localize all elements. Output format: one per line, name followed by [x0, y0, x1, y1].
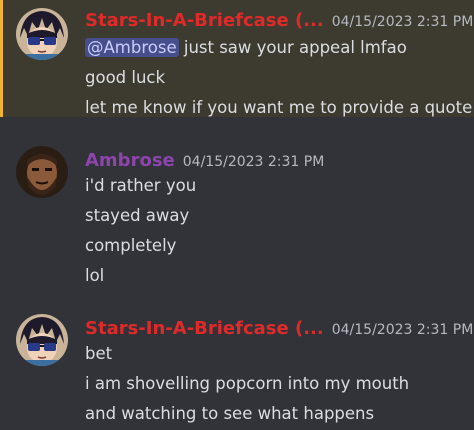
mention-highlight-bar — [0, 0, 3, 117]
message-line: bet — [85, 344, 113, 363]
message-line: good luck — [85, 68, 166, 87]
username-ambrose[interactable]: Ambrose — [85, 150, 175, 171]
message-line: stayed away — [85, 206, 190, 225]
message-header: Stars-In-A-Briefcase (... 04/15/2023 2:31… — [85, 10, 473, 31]
message-line: i am shovelling popcorn into my mouth — [85, 374, 410, 393]
message-text: just saw your appeal lmfao — [178, 38, 407, 57]
username-stars[interactable]: Stars-In-A-Briefcase (... — [85, 10, 324, 31]
message-line: @Ambrose just saw your appeal lmfao — [85, 38, 407, 57]
timestamp: 04/15/2023 2:31 PM — [331, 14, 474, 30]
message-line: completely — [85, 236, 177, 255]
message-line: lol — [85, 266, 105, 285]
message-line: i'd rather you — [85, 176, 197, 195]
message-header: Ambrose 04/15/2023 2:31 PM — [85, 150, 324, 171]
timestamp: 04/15/2023 2:31 PM — [331, 322, 474, 338]
chat-messages: Stars-In-A-Briefcase (... 04/15/2023 2:31… — [0, 0, 474, 430]
message-line: and watching to see what happens — [85, 404, 375, 423]
anime-sunglasses-avatar-icon[interactable] — [16, 8, 68, 60]
message-group-ambrose: Ambrose 04/15/2023 2:31 PM i'd rather you… — [0, 140, 474, 290]
bearded-man-avatar-icon[interactable] — [16, 146, 68, 198]
username-stars[interactable]: Stars-In-A-Briefcase (... — [85, 318, 324, 339]
user-mention-pill[interactable]: @Ambrose — [85, 38, 179, 57]
message-group-stars-2: Stars-In-A-Briefcase (... 04/15/2023 2:31… — [0, 310, 474, 430]
message-line: let me know if you want me to provide a … — [85, 98, 473, 117]
timestamp: 04/15/2023 2:31 PM — [182, 154, 325, 170]
anime-sunglasses-avatar-icon[interactable] — [16, 314, 68, 366]
message-header: Stars-In-A-Briefcase (... 04/15/2023 2:31… — [85, 318, 473, 339]
